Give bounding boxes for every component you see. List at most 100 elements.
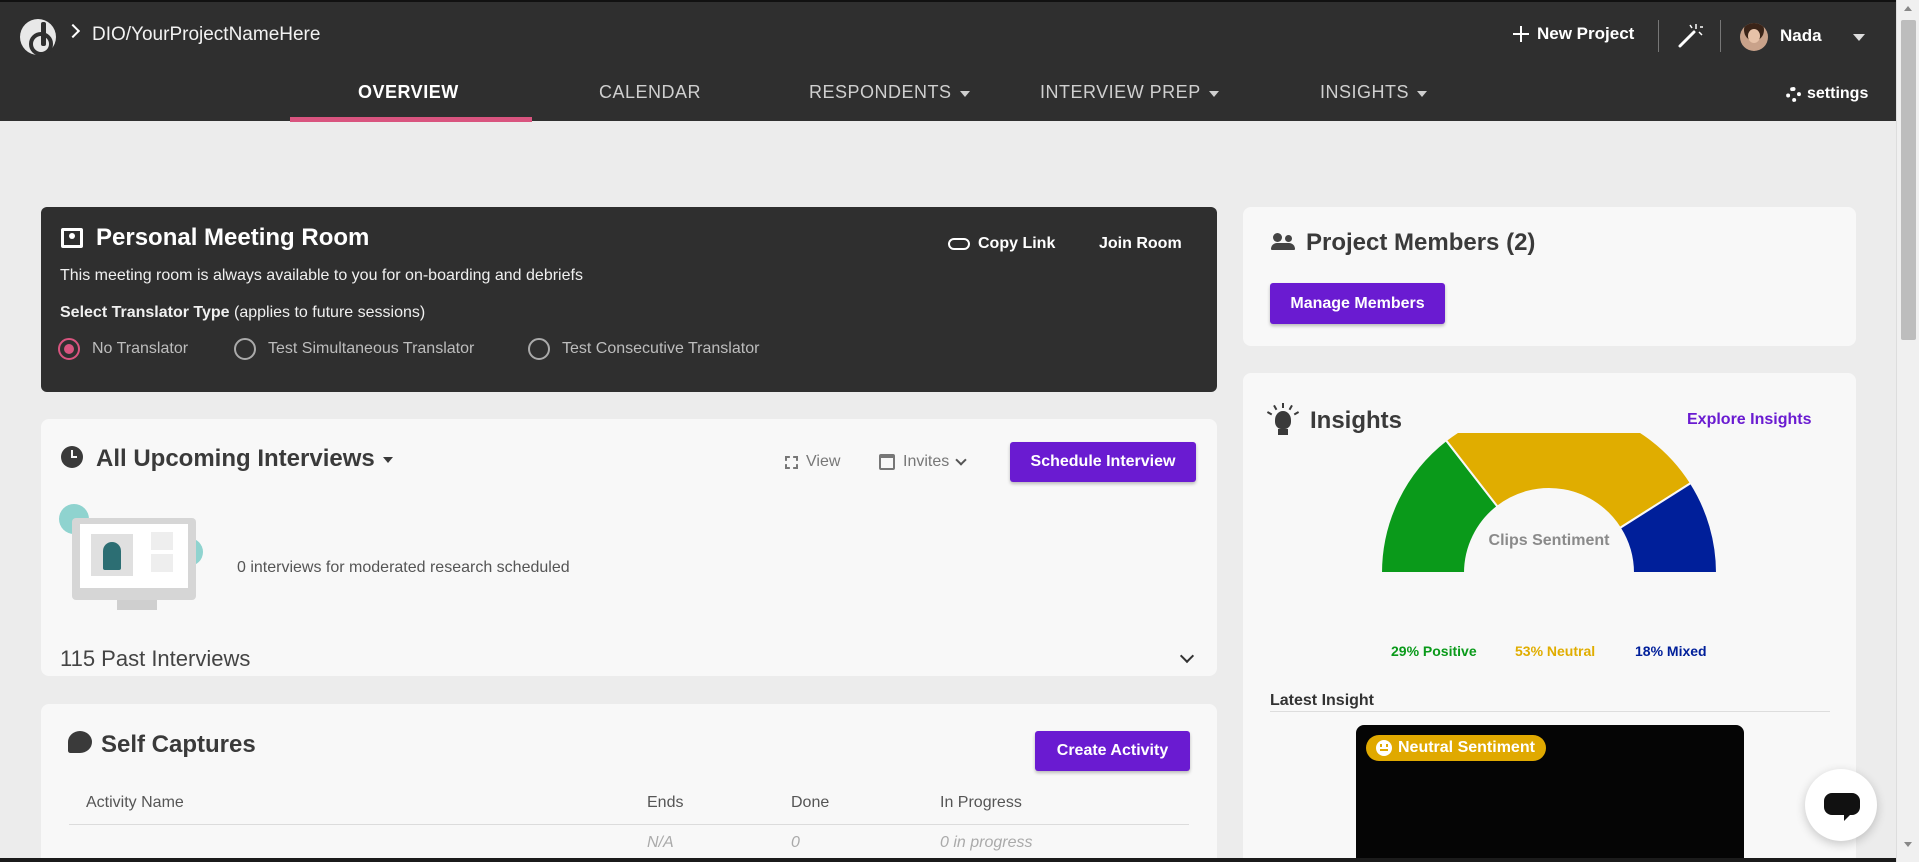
tab-interview-prep[interactable]: INTERVIEW PREP (1040, 82, 1219, 103)
explore-insights-link[interactable]: Explore Insights (1687, 411, 1811, 429)
column-header-ends[interactable]: Ends (647, 794, 683, 812)
table-cell-done: 0 (791, 834, 800, 851)
tab-calendar[interactable]: CALENDAR (599, 82, 701, 103)
copy-link-label: Copy Link (978, 235, 1056, 252)
radio-consecutive-translator[interactable]: Test Consecutive Translator (528, 338, 759, 360)
column-header-in-progress[interactable]: In Progress (940, 794, 1022, 812)
scroll-down-icon[interactable] (1904, 842, 1912, 847)
self-captures-title: Self Captures (101, 731, 256, 758)
chevron-down-icon[interactable] (1179, 648, 1195, 664)
top-bar: DIO/YourProjectNameHere New Project Nada… (0, 0, 1896, 122)
divider (1720, 20, 1721, 52)
chevron-right-icon (65, 23, 81, 39)
chevron-down-icon (955, 454, 967, 466)
chat-support-button[interactable] (1805, 769, 1877, 841)
meeting-room-description: This meeting room is always available to… (60, 267, 583, 284)
sentiment-badge: Neutral Sentiment (1366, 735, 1546, 761)
radio-label: No Translator (92, 340, 189, 357)
tab-calendar-label: CALENDAR (599, 82, 702, 102)
interviews-filter-dropdown[interactable]: All Upcoming Interviews (96, 445, 393, 473)
insights-title: Insights (1310, 407, 1403, 434)
username[interactable]: Nada (1780, 26, 1822, 46)
caret-down-icon (959, 90, 970, 97)
meeting-room-card: Personal Meeting Room This meeting room … (41, 207, 1217, 392)
active-tab-indicator (290, 117, 532, 122)
empty-interviews-illustration (59, 504, 209, 619)
table-cell-in-progress: 0 in progress (940, 834, 1033, 851)
latest-insight-label: Latest Insight (1270, 692, 1375, 709)
tab-insights[interactable]: INSIGHTS (1320, 82, 1428, 103)
translator-label: Select Translator Type (60, 304, 230, 321)
invites-label: Invites (903, 453, 950, 470)
empty-interviews-message: 0 interviews for moderated research sche… (237, 559, 570, 576)
divider (1658, 20, 1659, 52)
tab-overview-label: OVERVIEW (358, 82, 459, 102)
self-captures-card: Self Captures Create Activity Activity N… (41, 704, 1217, 862)
radio-unselected-icon[interactable] (528, 338, 550, 360)
project-members-card: Project Members (2) Manage Members (1243, 207, 1856, 346)
scroll-up-icon[interactable] (1904, 6, 1912, 11)
gear-icon (1786, 86, 1801, 102)
schedule-interview-button[interactable]: Schedule Interview (1010, 442, 1196, 482)
sentiment-badge-label: Neutral Sentiment (1398, 739, 1535, 756)
invites-dropdown[interactable]: Invites (879, 453, 967, 471)
link-icon (948, 238, 970, 250)
page-scrollbar[interactable] (1896, 0, 1919, 862)
interviews-title: All Upcoming Interviews (96, 445, 375, 472)
clock-icon (61, 446, 83, 468)
calendar-icon (879, 454, 895, 470)
column-header-done[interactable]: Done (791, 794, 829, 812)
legend-mixed: 18% Mixed (1635, 643, 1707, 659)
tab-insights-label: INSIGHTS (1320, 82, 1410, 102)
meeting-room-title: Personal Meeting Room (96, 224, 370, 251)
plus-icon (1513, 26, 1529, 42)
view-button[interactable]: View (785, 453, 840, 471)
settings-button[interactable]: settings (1786, 85, 1868, 103)
caret-down-icon[interactable] (1853, 34, 1865, 41)
insights-card: Insights Explore Insights Clips Sentimen… (1243, 373, 1856, 862)
taskbar-strip (0, 858, 1896, 862)
settings-label: settings (1807, 85, 1869, 102)
user-avatar[interactable] (1740, 23, 1768, 51)
copy-link-button[interactable]: Copy Link (948, 235, 1055, 253)
radio-label: Test Simultaneous Translator (268, 340, 475, 357)
caret-down-icon (382, 456, 393, 463)
chat-icon (1824, 793, 1860, 821)
tab-respondents[interactable]: RESPONDENTS (809, 82, 970, 103)
magic-wand-icon[interactable] (1676, 22, 1704, 50)
translator-note: (applies to future sessions) (229, 304, 426, 321)
legend-positive: 29% Positive (1391, 643, 1477, 659)
caret-down-icon (1208, 90, 1219, 97)
past-interviews-toggle[interactable]: 115 Past Interviews (60, 646, 250, 672)
breadcrumb[interactable]: DIO/YourProjectNameHere (92, 24, 320, 46)
create-activity-button[interactable]: Create Activity (1035, 731, 1190, 771)
join-room-button[interactable]: Join Room (1099, 235, 1182, 253)
manage-members-button[interactable]: Manage Members (1270, 283, 1445, 324)
scrollbar-thumb[interactable] (1901, 20, 1916, 340)
new-project-label: New Project (1537, 24, 1635, 43)
tab-interview-prep-label: INTERVIEW PREP (1040, 82, 1201, 102)
radio-simultaneous-translator[interactable]: Test Simultaneous Translator (234, 338, 474, 360)
table-divider (69, 824, 1189, 825)
chart-title: Clips Sentiment (1489, 532, 1611, 549)
app-logo-icon[interactable] (20, 19, 56, 56)
view-label: View (806, 453, 841, 470)
project-members-title: Project Members (2) (1306, 229, 1536, 256)
radio-unselected-icon[interactable] (234, 338, 256, 360)
table-cell-ends: N/A (647, 834, 674, 851)
upcoming-interviews-card: All Upcoming Interviews View Invites Sch… (41, 419, 1217, 676)
radio-no-translator[interactable]: No Translator (58, 338, 188, 360)
column-header-activity-name[interactable]: Activity Name (86, 794, 184, 812)
radio-selected-icon[interactable] (58, 338, 80, 360)
translator-type-label: Select Translator Type (applies to futur… (60, 304, 425, 322)
chat-bubble-icon (68, 731, 92, 753)
tab-overview[interactable]: OVERVIEW (358, 82, 459, 103)
divider (1270, 711, 1830, 712)
caret-down-icon (1417, 90, 1428, 97)
expand-icon (785, 455, 798, 469)
tab-respondents-label: RESPONDENTS (809, 82, 952, 102)
legend-neutral: 53% Neutral (1515, 643, 1596, 659)
radio-label: Test Consecutive Translator (562, 340, 760, 357)
insight-video-player[interactable]: Neutral Sentiment (1356, 725, 1744, 862)
new-project-button[interactable]: New Project (1513, 24, 1634, 44)
